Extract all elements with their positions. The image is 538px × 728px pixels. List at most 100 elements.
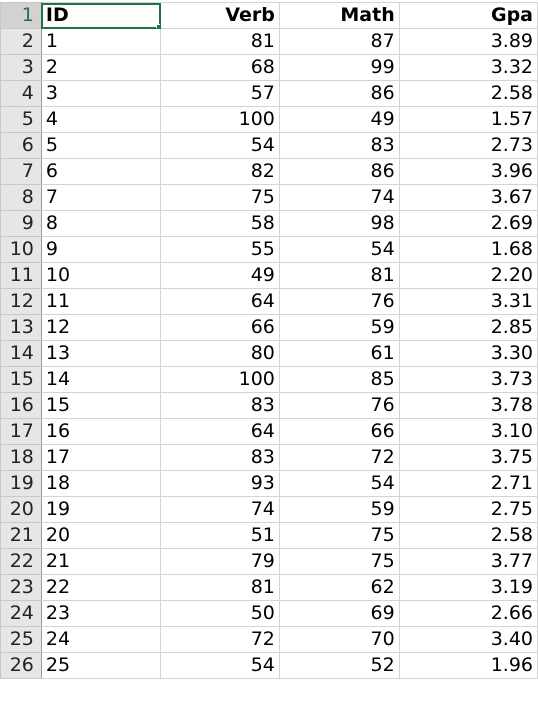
cell[interactable]: 100 xyxy=(160,366,280,393)
cell[interactable]: 1.57 xyxy=(398,106,538,133)
row-header[interactable]: 11 xyxy=(0,262,42,289)
cell[interactable]: 85 xyxy=(278,366,400,393)
row-header[interactable]: 14 xyxy=(0,340,42,367)
cell[interactable]: 11 xyxy=(40,288,162,315)
cell[interactable]: 9 xyxy=(40,236,162,263)
cell[interactable]: 2.69 xyxy=(398,210,538,237)
cell[interactable]: 64 xyxy=(160,418,280,445)
cell[interactable]: 22 xyxy=(40,574,162,601)
row-header[interactable]: 20 xyxy=(0,496,42,523)
cell[interactable]: 59 xyxy=(278,314,400,341)
cell[interactable]: 99 xyxy=(278,54,400,81)
cell[interactable]: 20 xyxy=(40,522,162,549)
cell[interactable]: 3.77 xyxy=(398,548,538,575)
column-header-cell[interactable]: Verb xyxy=(160,2,280,29)
row-header[interactable]: 7 xyxy=(0,158,42,185)
cell[interactable]: 7 xyxy=(40,184,162,211)
row-header[interactable]: 2 xyxy=(0,28,42,55)
cell[interactable]: 81 xyxy=(160,574,280,601)
cell[interactable]: 3.78 xyxy=(398,392,538,419)
cell[interactable]: 17 xyxy=(40,444,162,471)
row-header[interactable]: 26 xyxy=(0,652,42,679)
cell[interactable]: 3 xyxy=(40,80,162,107)
cell[interactable]: 75 xyxy=(278,548,400,575)
cell[interactable]: 62 xyxy=(278,574,400,601)
cell[interactable]: 3.40 xyxy=(398,626,538,653)
cell[interactable]: 81 xyxy=(278,262,400,289)
cell[interactable]: 4 xyxy=(40,106,162,133)
cell[interactable]: 54 xyxy=(278,236,400,263)
cell[interactable]: 3.67 xyxy=(398,184,538,211)
row-header[interactable]: 22 xyxy=(0,548,42,575)
cell[interactable]: 61 xyxy=(278,340,400,367)
cell[interactable]: 2.75 xyxy=(398,496,538,523)
cell[interactable]: 3.19 xyxy=(398,574,538,601)
cell[interactable]: 3.10 xyxy=(398,418,538,445)
row-header[interactable]: 12 xyxy=(0,288,42,315)
cell[interactable]: 52 xyxy=(278,652,400,679)
cell[interactable]: 23 xyxy=(40,600,162,627)
cell[interactable]: 100 xyxy=(160,106,280,133)
cell[interactable]: 69 xyxy=(278,600,400,627)
cell[interactable]: 54 xyxy=(278,470,400,497)
cell[interactable]: 66 xyxy=(160,314,280,341)
cell[interactable]: 2 xyxy=(40,54,162,81)
cell[interactable]: 83 xyxy=(160,444,280,471)
cell[interactable]: 55 xyxy=(160,236,280,263)
cell[interactable]: 66 xyxy=(278,418,400,445)
cell[interactable]: 2.85 xyxy=(398,314,538,341)
cell[interactable]: 3.73 xyxy=(398,366,538,393)
cell[interactable]: 68 xyxy=(160,54,280,81)
row-header[interactable]: 24 xyxy=(0,600,42,627)
cell[interactable]: 64 xyxy=(160,288,280,315)
row-header[interactable]: 10 xyxy=(0,236,42,263)
cell[interactable]: 54 xyxy=(160,652,280,679)
row-header[interactable]: 21 xyxy=(0,522,42,549)
cell[interactable]: 74 xyxy=(278,184,400,211)
fill-handle[interactable] xyxy=(156,24,160,28)
cell[interactable]: 80 xyxy=(160,340,280,367)
cell[interactable]: 82 xyxy=(160,158,280,185)
cell[interactable]: 1 xyxy=(40,28,162,55)
row-header[interactable]: 3 xyxy=(0,54,42,81)
cell[interactable]: 57 xyxy=(160,80,280,107)
cell[interactable]: 72 xyxy=(160,626,280,653)
cell[interactable]: 10 xyxy=(40,262,162,289)
column-header-cell[interactable]: Math xyxy=(278,2,400,29)
cell[interactable]: 75 xyxy=(160,184,280,211)
row-header[interactable]: 15 xyxy=(0,366,42,393)
active-cell[interactable]: ID xyxy=(40,2,162,29)
cell[interactable]: 87 xyxy=(278,28,400,55)
cell[interactable]: 79 xyxy=(160,548,280,575)
cell[interactable]: 93 xyxy=(160,470,280,497)
cell[interactable]: 49 xyxy=(160,262,280,289)
cell[interactable]: 54 xyxy=(160,132,280,159)
cell[interactable]: 8 xyxy=(40,210,162,237)
cell[interactable]: 76 xyxy=(278,392,400,419)
cell[interactable]: 83 xyxy=(278,132,400,159)
cell[interactable]: 3.75 xyxy=(398,444,538,471)
column-header-cell[interactable]: Gpa xyxy=(398,2,538,29)
cell[interactable]: 58 xyxy=(160,210,280,237)
cell[interactable]: 2.58 xyxy=(398,522,538,549)
row-header[interactable]: 19 xyxy=(0,470,42,497)
cell[interactable]: 49 xyxy=(278,106,400,133)
cell[interactable]: 3.89 xyxy=(398,28,538,55)
cell[interactable]: 3.31 xyxy=(398,288,538,315)
row-header[interactable]: 17 xyxy=(0,418,42,445)
cell[interactable]: 18 xyxy=(40,470,162,497)
cell[interactable]: 98 xyxy=(278,210,400,237)
row-header[interactable]: 18 xyxy=(0,444,42,471)
row-header[interactable]: 1 xyxy=(0,2,42,29)
cell[interactable]: 50 xyxy=(160,600,280,627)
row-header[interactable]: 13 xyxy=(0,314,42,341)
cell[interactable]: 3.32 xyxy=(398,54,538,81)
cell[interactable]: 72 xyxy=(278,444,400,471)
cell[interactable]: 81 xyxy=(160,28,280,55)
cell[interactable]: 13 xyxy=(40,340,162,367)
row-header[interactable]: 23 xyxy=(0,574,42,601)
cell[interactable]: 75 xyxy=(278,522,400,549)
cell[interactable]: 19 xyxy=(40,496,162,523)
cell[interactable]: 70 xyxy=(278,626,400,653)
cell[interactable]: 51 xyxy=(160,522,280,549)
